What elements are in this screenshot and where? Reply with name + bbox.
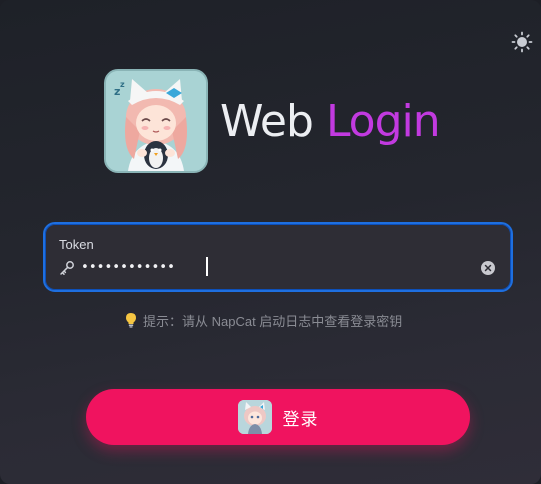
title-web: Web [220,95,314,147]
napcat-mascot-logo: z z [104,69,208,173]
page-title: Web Login [220,95,441,147]
lightbulb-icon [126,313,136,328]
hint-text: 提示：请从 NapCat 启动日志中查看登录密钥 [143,313,403,329]
token-field-label: Token [59,237,94,252]
title-login: Login [325,95,441,147]
sun-icon [511,31,533,53]
napcat-mascot-avatar [237,400,272,434]
login-hint: 提示：请从 NapCat 启动日志中查看登录密钥 [125,311,402,329]
clear-icon[interactable] [481,261,495,275]
login-button[interactable]: 登录 [86,389,470,445]
header: z z Web Login [104,68,441,174]
token-input[interactable] [81,254,471,280]
key-icon [60,261,74,275]
token-field[interactable]: Token [43,222,513,292]
login-card: z z Web Login Token 提示：请从 NapCat 启动日志中查看… [0,0,541,484]
svg-text:z: z [120,80,125,89]
login-button-label: 登录 [282,409,319,430]
theme-toggle-button[interactable] [509,29,535,55]
text-caret [206,257,208,276]
